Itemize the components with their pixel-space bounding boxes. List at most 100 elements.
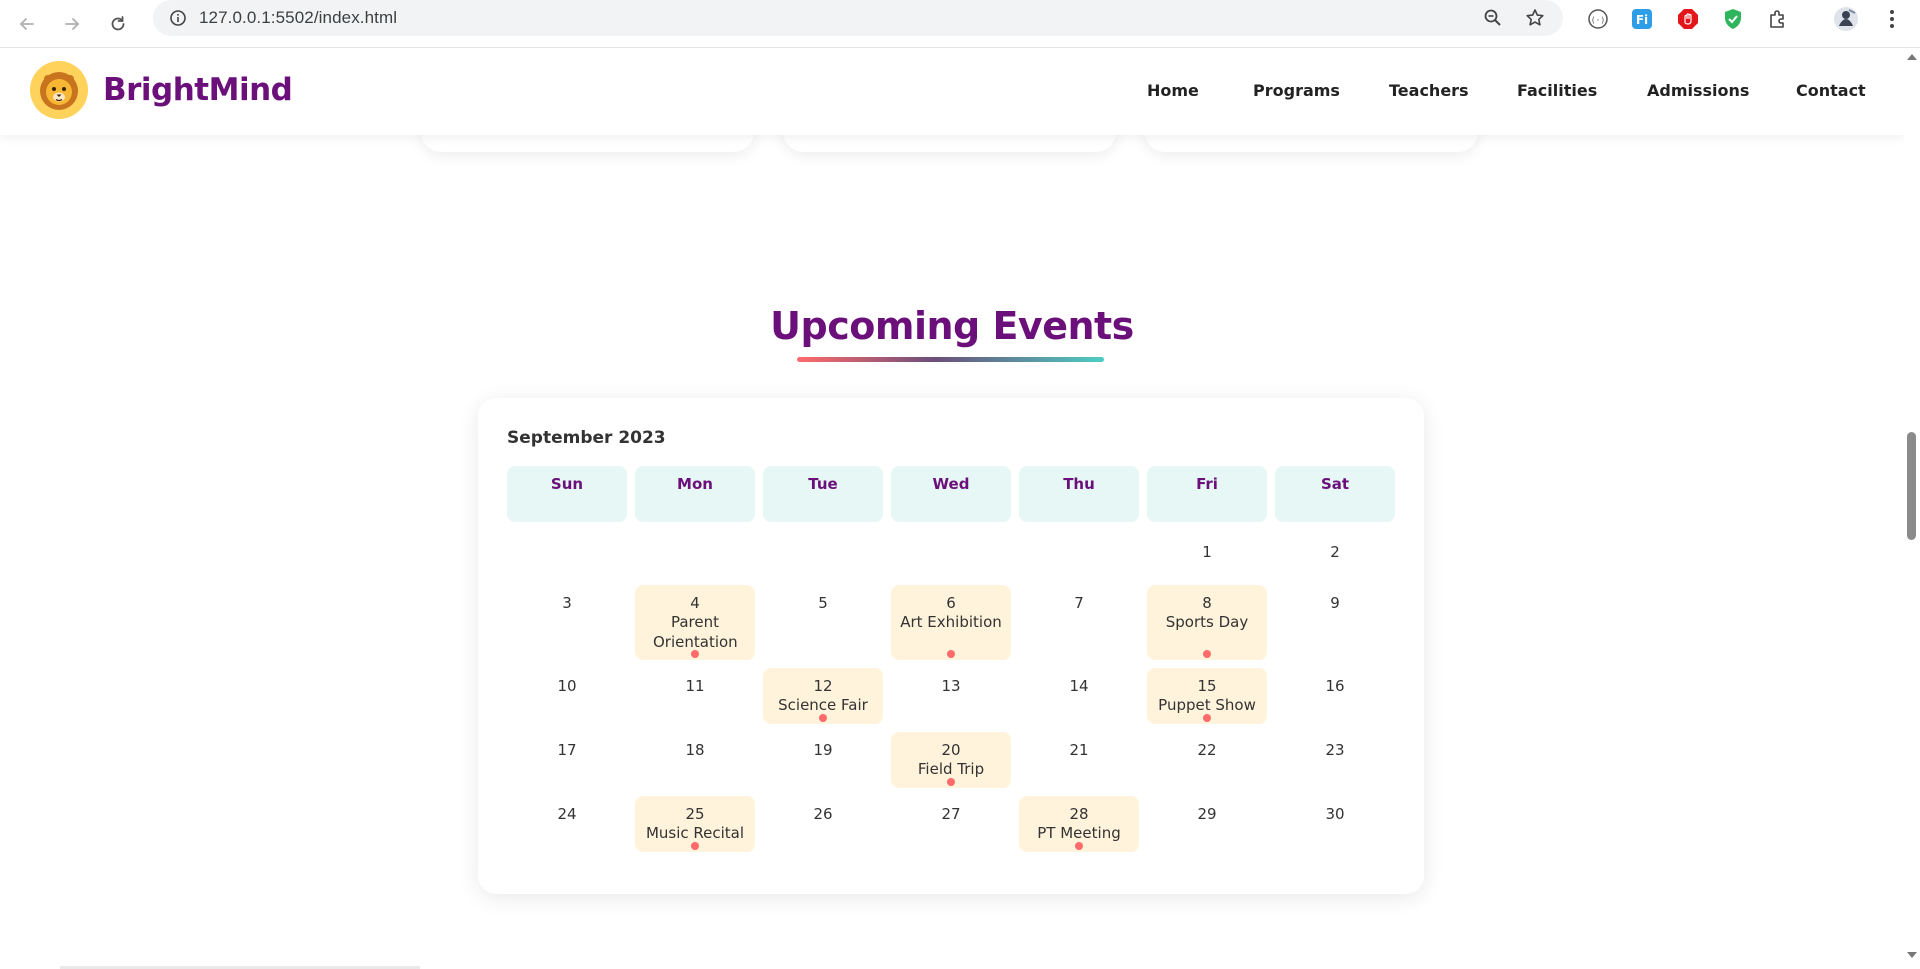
day-number: 13 [941,677,961,695]
page-scrollbar[interactable] [1904,48,1920,969]
weekday-header: Sun [507,466,627,522]
calendar-day[interactable]: 23 [1275,732,1395,788]
calendar-day[interactable]: 17 [507,732,627,788]
day-number: 3 [562,594,572,612]
scroll-up-arrow-icon[interactable] [1907,54,1917,60]
url-text[interactable]: 127.0.0.1:5502/index.html [199,8,397,28]
event-indicator-dot [1203,650,1211,658]
events-calendar: September 2023 Sun Mon Tue Wed Thu Fri S… [478,398,1424,894]
day-number: 27 [941,805,961,823]
calendar-day-event[interactable]: 25 Music Recital [635,796,755,852]
calendar-day[interactable]: 5 [763,585,883,660]
event-indicator-dot [691,842,699,850]
calendar-day[interactable]: 22 [1147,732,1267,788]
extension-code-icon[interactable]: (·) [1584,5,1612,33]
day-number: 10 [557,677,577,695]
site-header: BrightMind Home Programs Teachers Facili… [0,48,1904,135]
site-info-icon[interactable] [167,7,189,29]
day-number: 18 [685,741,705,759]
day-number: 7 [1074,594,1084,612]
event-indicator-dot [1075,842,1083,850]
extension-adblock-icon[interactable] [1674,5,1702,33]
lion-logo-icon[interactable] [30,61,88,119]
event-label: Science Fair [778,696,868,714]
profile-avatar-icon[interactable] [1832,5,1860,33]
page-viewport: BrightMind Home Programs Teachers Facili… [0,48,1904,969]
calendar-day-event[interactable]: 6 Art Exhibition [891,585,1011,660]
calendar-day-event[interactable]: 12 Science Fair [763,668,883,724]
extension-shield-icon[interactable] [1719,5,1747,33]
day-number: 26 [813,805,833,823]
nav-home[interactable]: Home [1147,81,1199,100]
calendar-day[interactable]: 9 [1275,585,1395,660]
calendar-day[interactable]: 19 [763,732,883,788]
calendar-day[interactable]: 26 [763,796,883,852]
day-number: 19 [813,741,833,759]
event-label: Art Exhibition [900,613,1002,631]
day-number: 21 [1069,741,1089,759]
nav-teachers[interactable]: Teachers [1389,81,1469,100]
calendar-day[interactable]: 29 [1147,796,1267,852]
day-number: 25 [685,805,705,823]
calendar-day-event[interactable]: 28 PT Meeting [1019,796,1139,852]
nav-contact[interactable]: Contact [1796,81,1866,100]
forward-button[interactable] [55,7,89,41]
event-label: Puppet Show [1158,696,1256,714]
calendar-day-event[interactable]: 15 Puppet Show [1147,668,1267,724]
event-indicator-dot [947,778,955,786]
address-bar[interactable]: 127.0.0.1:5502/index.html [153,0,1563,36]
event-label: Parent Orientation [653,613,738,651]
day-number: 5 [818,594,828,612]
back-button[interactable] [10,7,44,41]
event-label: Music Recital [645,824,745,842]
day-number: 14 [1069,677,1089,695]
extensions-puzzle-icon[interactable] [1764,5,1792,33]
nav-admissions[interactable]: Admissions [1647,81,1749,100]
browser-toolbar: 127.0.0.1:5502/index.html (·) Fi [0,0,1920,48]
bookmark-star-icon[interactable] [1523,6,1547,30]
day-number: 9 [1330,594,1340,612]
calendar-day[interactable]: 13 [891,668,1011,724]
calendar-day[interactable]: 11 [635,668,755,724]
calendar-day[interactable]: 3 [507,585,627,660]
zoom-icon[interactable] [1481,6,1505,30]
nav-facilities[interactable]: Facilities [1517,81,1597,100]
calendar-day-event[interactable]: 4 Parent Orientation [635,585,755,660]
extension-fi-icon[interactable]: Fi [1628,5,1656,33]
calendar-day[interactable]: 27 [891,796,1011,852]
scrollbar-thumb[interactable] [1907,432,1916,540]
calendar-day[interactable]: 21 [1019,732,1139,788]
section-title: Upcoming Events [770,304,1134,348]
calendar-day[interactable]: 30 [1275,796,1395,852]
event-indicator-dot [1203,714,1211,722]
event-indicator-dot [691,650,699,658]
weekday-header: Wed [891,466,1011,522]
day-number: 30 [1325,805,1345,823]
event-indicator-dot [819,714,827,722]
calendar-day[interactable]: 16 [1275,668,1395,724]
brand-name[interactable]: BrightMind [103,72,293,108]
calendar-day[interactable]: 7 [1019,585,1139,660]
day-number: 15 [1197,677,1217,695]
event-indicator-dot [947,650,955,658]
calendar-day[interactable]: 18 [635,732,755,788]
calendar-day[interactable]: 24 [507,796,627,852]
event-label: Sports Day [1165,613,1249,631]
day-number: 22 [1197,741,1217,759]
event-label: PT Meeting [1037,824,1121,842]
calendar-day[interactable]: 2 [1275,534,1395,592]
day-number: 11 [685,677,705,695]
svg-text:(·): (·) [1591,16,1605,25]
calendar-day-event[interactable]: 8 Sports Day [1147,585,1267,660]
event-label: Field Trip [917,760,985,778]
nav-programs[interactable]: Programs [1253,81,1340,100]
browser-menu-icon[interactable] [1878,5,1906,33]
calendar-day[interactable]: 10 [507,668,627,724]
calendar-day[interactable]: 1 [1147,534,1267,592]
reload-button[interactable] [101,7,135,41]
title-underline [797,357,1104,362]
calendar-day[interactable]: 14 [1019,668,1139,724]
weekday-header: Tue [763,466,883,522]
calendar-day-event[interactable]: 20 Field Trip [891,732,1011,788]
scroll-down-arrow-icon[interactable] [1907,952,1917,958]
